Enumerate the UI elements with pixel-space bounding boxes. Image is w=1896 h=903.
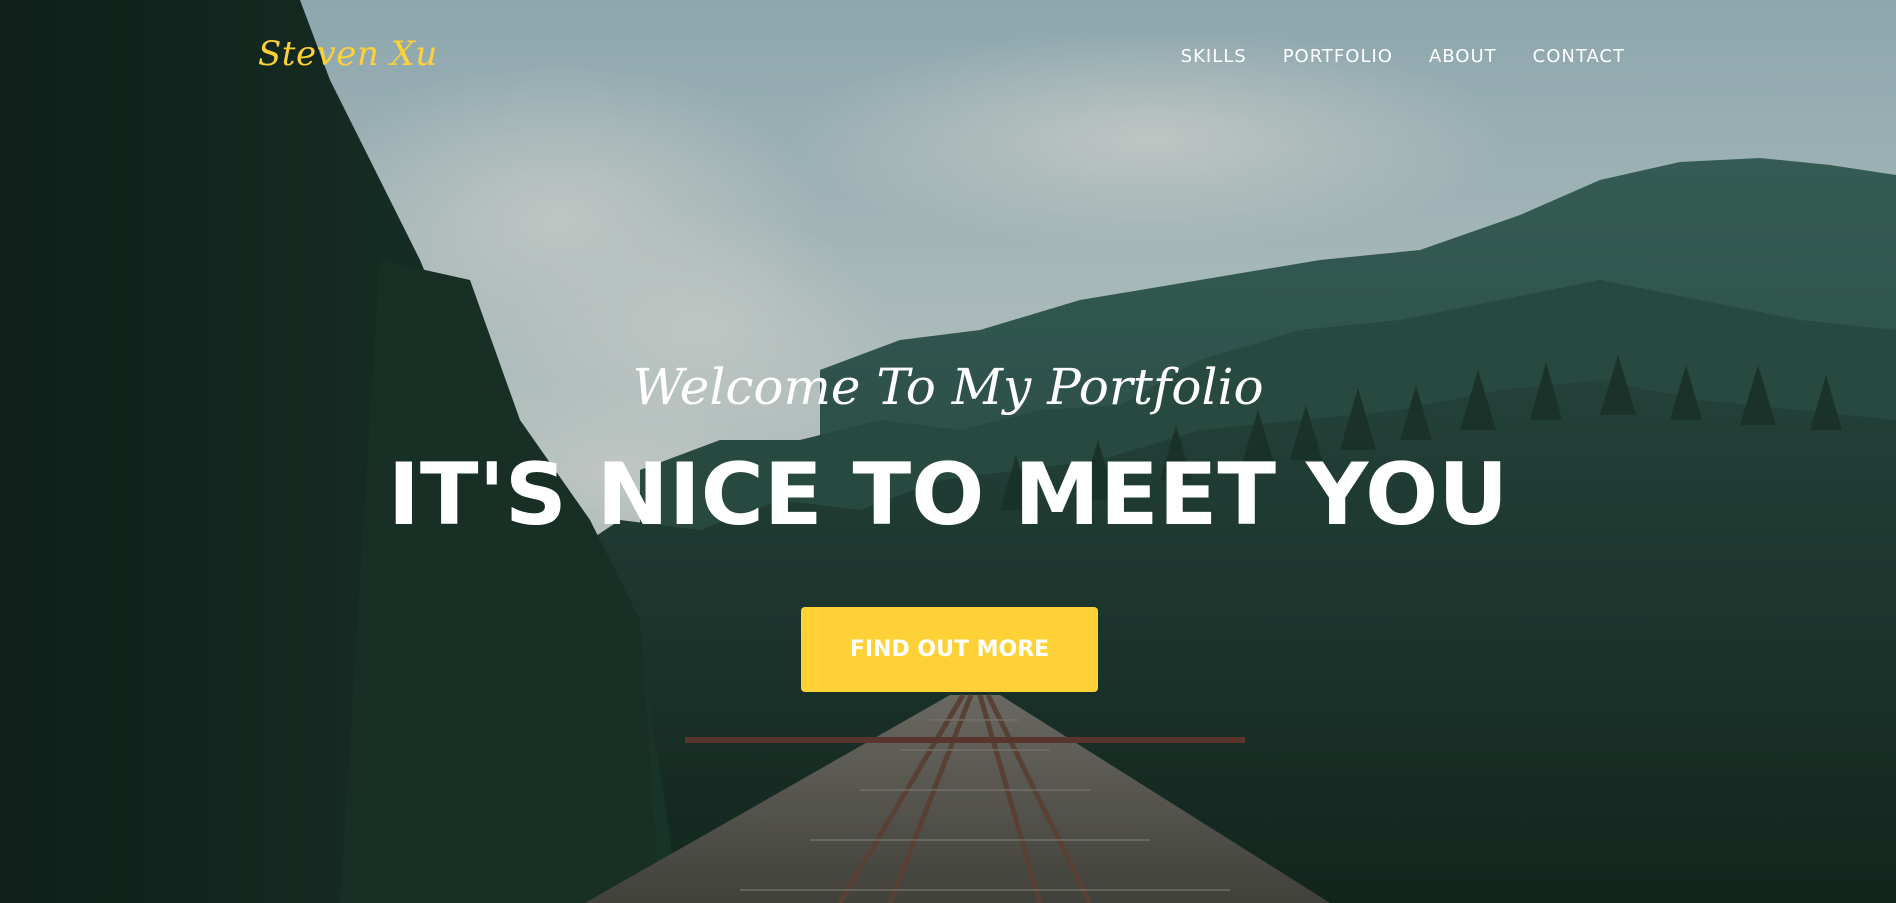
intro-heading: IT'S NICE TO MEET YOU (387, 445, 1509, 545)
navbar: Steven Xu SKILLS PORTFOLIO ABOUT CONTACT (0, 0, 1896, 118)
nav-link-contact[interactable]: CONTACT (1533, 46, 1625, 67)
nav-links: SKILLS PORTFOLIO ABOUT CONTACT (1181, 46, 1625, 67)
hero-section: Steven Xu SKILLS PORTFOLIO ABOUT CONTACT… (0, 0, 1896, 903)
nav-link-portfolio[interactable]: PORTFOLIO (1283, 46, 1393, 67)
intro-lead-in: Welcome To My Portfolio (632, 358, 1264, 416)
nav-link-about[interactable]: ABOUT (1429, 46, 1497, 67)
find-out-more-button[interactable]: FIND OUT MORE (801, 607, 1098, 692)
nav-link-skills[interactable]: SKILLS (1181, 46, 1247, 67)
brand-logo[interactable]: Steven Xu (258, 34, 438, 74)
